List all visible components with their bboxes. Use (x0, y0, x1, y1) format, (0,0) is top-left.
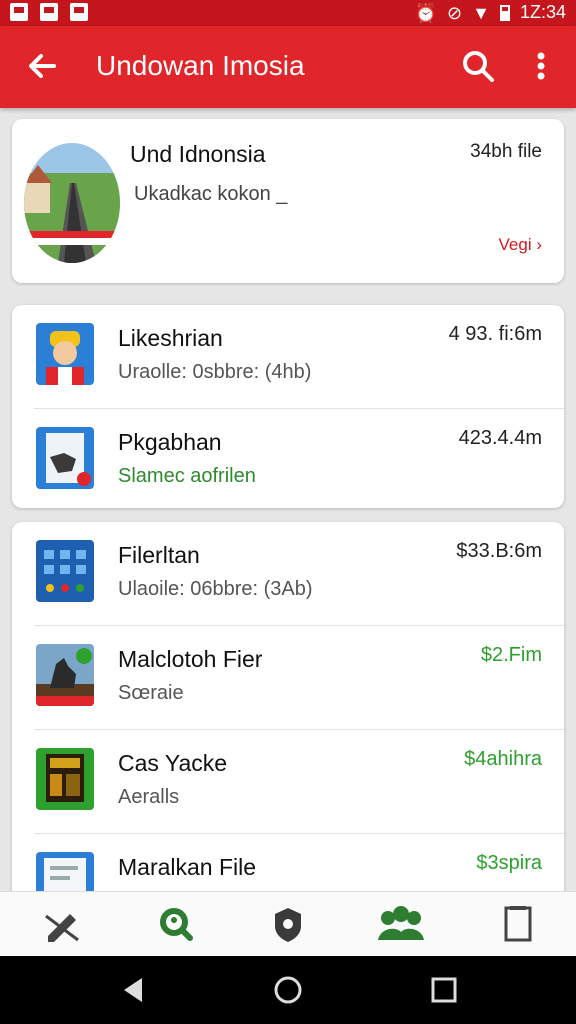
document-app-icon (36, 427, 94, 489)
item-size: 4 93. fi:6m (448, 323, 542, 345)
item-sub: Aeralls (118, 786, 180, 808)
list-item[interactable]: Cas Yacke Aeralls $4ahihra (34, 730, 564, 834)
horse-app-icon (36, 644, 94, 706)
item-name: Filerltan (118, 542, 200, 568)
item-name: Likeshrian (118, 325, 223, 351)
list-item[interactable]: Malclotoh Fier Sœraie $2.Fim (34, 626, 564, 730)
alarm-icon: ⏰ (414, 2, 438, 23)
recents-nav-icon[interactable] (424, 974, 464, 1006)
notification-icons (10, 3, 88, 21)
search-people-icon[interactable] (154, 902, 198, 946)
featured-subtitle: Ukadkac kokon _ (134, 183, 288, 205)
battery-icon (499, 4, 510, 21)
file-list-card: Filerltan Ulaoile: 06bbre: (3Ab) $33.B:6… (12, 522, 564, 902)
signal-icon: ▼ (472, 2, 490, 23)
item-name: Cas Yacke (118, 750, 228, 776)
document-icon[interactable] (496, 902, 540, 946)
featured-link[interactable]: Vegi › (499, 235, 542, 255)
more-vert-icon[interactable] (526, 46, 556, 86)
shield-icon[interactable] (266, 902, 310, 946)
featured-name: Und Idnonsia (130, 141, 266, 167)
search-icon[interactable] (458, 46, 498, 86)
community-icon[interactable] (376, 902, 424, 946)
grid-app-icon (36, 540, 94, 602)
avatar-app-icon (36, 323, 94, 385)
list-item[interactable]: Filerltan Ulaoile: 06bbre: (3Ab) $33.B:6… (34, 522, 564, 626)
featured-card[interactable]: Und Idnonsia Ukadkac kokon _ 34bh file V… (12, 119, 564, 283)
item-size: $3spira (476, 852, 542, 874)
back-arrow-icon[interactable] (22, 46, 62, 86)
list-item[interactable]: Likeshrian Uraolle: 0sbbre: (4hb) 4 93. … (34, 305, 564, 409)
notification-icon (40, 3, 58, 21)
page-title: Undowan Imosia (96, 50, 305, 81)
item-sub: Ulaoile: 06bbre: (3Ab) (118, 578, 313, 600)
status-bar: ⏰ ⊘ ▼ 1Z:34 (0, 0, 576, 26)
mute-icon: ⊘ (447, 2, 463, 23)
item-size: $2.Fim (480, 644, 542, 666)
item-name: Maralkan File (118, 854, 257, 880)
item-name: Malclotoh Fier (118, 646, 263, 672)
item-size: $33.B:6m (456, 540, 542, 562)
item-name: Pkgabhan (118, 429, 222, 455)
pen-off-icon[interactable] (40, 902, 84, 946)
system-icons: ⏰ ⊘ ▼ 1Z:34 (415, 2, 566, 23)
item-size: 423.4.4m (458, 427, 542, 449)
back-nav-icon[interactable] (116, 974, 156, 1006)
bottom-navigation (0, 891, 576, 956)
item-size: $4ahihra (464, 748, 542, 770)
home-nav-icon[interactable] (268, 974, 308, 1006)
featured-thumbnail (24, 143, 120, 263)
game-app-icon (36, 748, 94, 810)
list-item[interactable]: Pkgabhan Slamec aofrilen 423.4.4m (34, 409, 564, 513)
featured-size: 34bh file (470, 141, 542, 162)
notification-icon (10, 3, 28, 21)
item-sub: Sœraie (118, 682, 184, 704)
notification-icon (70, 3, 88, 21)
item-sub: Uraolle: 0sbbre: (4hb) (118, 361, 312, 383)
status-time: 1Z:34 (519, 2, 566, 22)
app-bar: Undowan Imosia (0, 26, 576, 108)
file-list-card: Likeshrian Uraolle: 0sbbre: (4hb) 4 93. … (12, 305, 564, 508)
system-navigation (0, 956, 576, 1024)
item-sub: Slamec aofrilen (118, 465, 256, 487)
